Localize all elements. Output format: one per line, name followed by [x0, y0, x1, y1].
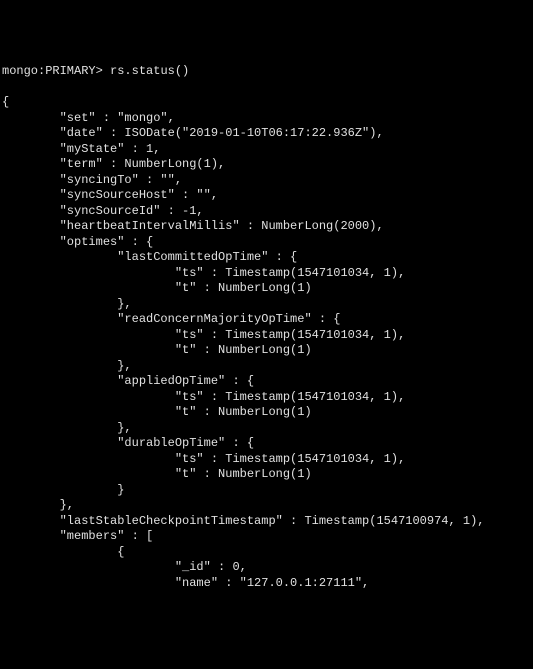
command-input[interactable]: rs.status() [110, 64, 189, 80]
shell-prompt: mongo:PRIMARY> [2, 64, 103, 80]
command-line[interactable]: mongo:PRIMARY> rs.status() [2, 64, 533, 80]
command-output: { "set" : "mongo", "date" : ISODate("201… [2, 95, 533, 591]
